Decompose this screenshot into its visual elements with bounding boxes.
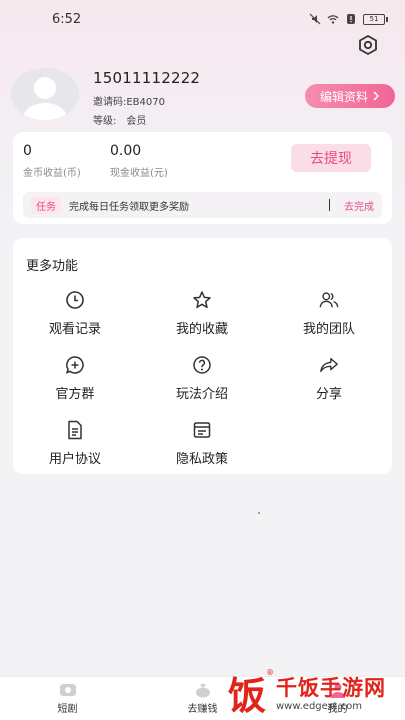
policy-icon <box>192 420 212 440</box>
share-icon <box>319 355 339 375</box>
user-phone: 15011112222 <box>93 69 201 87</box>
wifi-icon <box>327 15 339 24</box>
watermark-text: 千饭手游网 www.edgext.com <box>276 672 386 712</box>
user-level: 等级: 会员 <box>93 112 146 127</box>
level-value: 会员 <box>126 116 147 127</box>
coin-earnings-value: 0 <box>23 143 32 159</box>
chat-plus-icon <box>65 355 85 375</box>
feature-label: 我的收藏 <box>175 322 228 337</box>
level-label: 等级: <box>93 116 117 127</box>
feature-watch-history[interactable]: 观看记录 <box>20 290 130 340</box>
avatar[interactable] <box>11 68 79 120</box>
withdraw-button[interactable]: 去提现 <box>291 144 371 172</box>
registered-mark-icon: ® <box>266 668 274 677</box>
document-icon <box>65 420 85 440</box>
feature-label: 隐私政策 <box>175 452 228 467</box>
money-bag-icon <box>195 684 210 698</box>
feature-privacy-policy[interactable]: 隐私政策 <box>147 420 257 470</box>
settings-button[interactable] <box>356 33 380 57</box>
question-icon <box>192 355 212 375</box>
watermark: 饭 千饭手游网 www.edgext.com <box>222 664 405 720</box>
daily-task-bar[interactable]: 任务 完成每日任务领取更多奖励 去完成 <box>23 192 382 218</box>
edit-profile-label: 编辑资料 <box>319 89 368 104</box>
task-divider <box>329 199 330 211</box>
feature-how-to-play[interactable]: 玩法介绍 <box>147 355 257 405</box>
task-text: 完成每日任务领取更多奖励 <box>69 201 189 213</box>
status-time: 6:52 <box>52 11 82 27</box>
feature-label: 用户协议 <box>48 452 101 467</box>
watermark-url: www.edgext.com <box>276 701 362 712</box>
nav-item-drama[interactable]: 短剧 <box>0 677 135 720</box>
more-features-card: 更多功能 观看记录 我的收藏 我的团队 官方群 玩法介绍 分享 用户协议 隐私政… <box>13 238 392 474</box>
feature-favorites[interactable]: 我的收藏 <box>147 290 257 340</box>
more-features-title: 更多功能 <box>26 259 79 274</box>
feature-user-agreement[interactable]: 用户协议 <box>20 420 130 470</box>
feature-official-group[interactable]: 官方群 <box>20 355 130 405</box>
team-icon <box>319 290 339 310</box>
watermark-main: 千饭手游网 <box>276 676 386 700</box>
feature-label: 官方群 <box>55 387 95 402</box>
clock-icon <box>65 290 85 310</box>
drama-icon <box>59 684 76 696</box>
gear-icon <box>359 34 377 56</box>
status-icons: 51 <box>309 13 388 25</box>
battery-icon: 51 <box>363 13 388 25</box>
feature-label: 玩法介绍 <box>175 387 228 402</box>
chevron-right-icon <box>373 91 380 101</box>
default-avatar-icon <box>23 77 67 120</box>
star-icon <box>192 290 212 310</box>
nav-label: 短剧 <box>57 704 78 715</box>
earnings-card: 0 金币收益(币) 0.00 现金收益(元) 去提现 任务 完成每日任务领取更多… <box>13 132 392 224</box>
nav-label: 去赚钱 <box>187 704 218 715</box>
feature-label: 分享 <box>315 387 342 402</box>
cash-earnings-label: 现金收益(元) <box>110 168 168 179</box>
feature-my-team[interactable]: 我的团队 <box>274 290 384 340</box>
stray-dot <box>258 512 260 514</box>
task-complete-link[interactable]: 去完成 <box>344 198 374 213</box>
watermark-logo: 饭 <box>227 672 266 718</box>
mute-icon <box>309 13 321 25</box>
edit-profile-button[interactable]: 编辑资料 <box>305 84 395 108</box>
coin-earnings-label: 金币收益(币) <box>23 168 81 179</box>
status-bar: 6:52 51 <box>0 0 405 38</box>
feature-label: 我的团队 <box>302 322 355 337</box>
cash-earnings-value: 0.00 <box>110 143 142 159</box>
invite-code: 邀请码:EB4070 <box>93 97 165 108</box>
alert-icon <box>347 14 355 24</box>
feature-share[interactable]: 分享 <box>274 355 384 405</box>
task-tag: 任务 <box>31 196 61 214</box>
feature-label: 观看记录 <box>48 322 101 337</box>
